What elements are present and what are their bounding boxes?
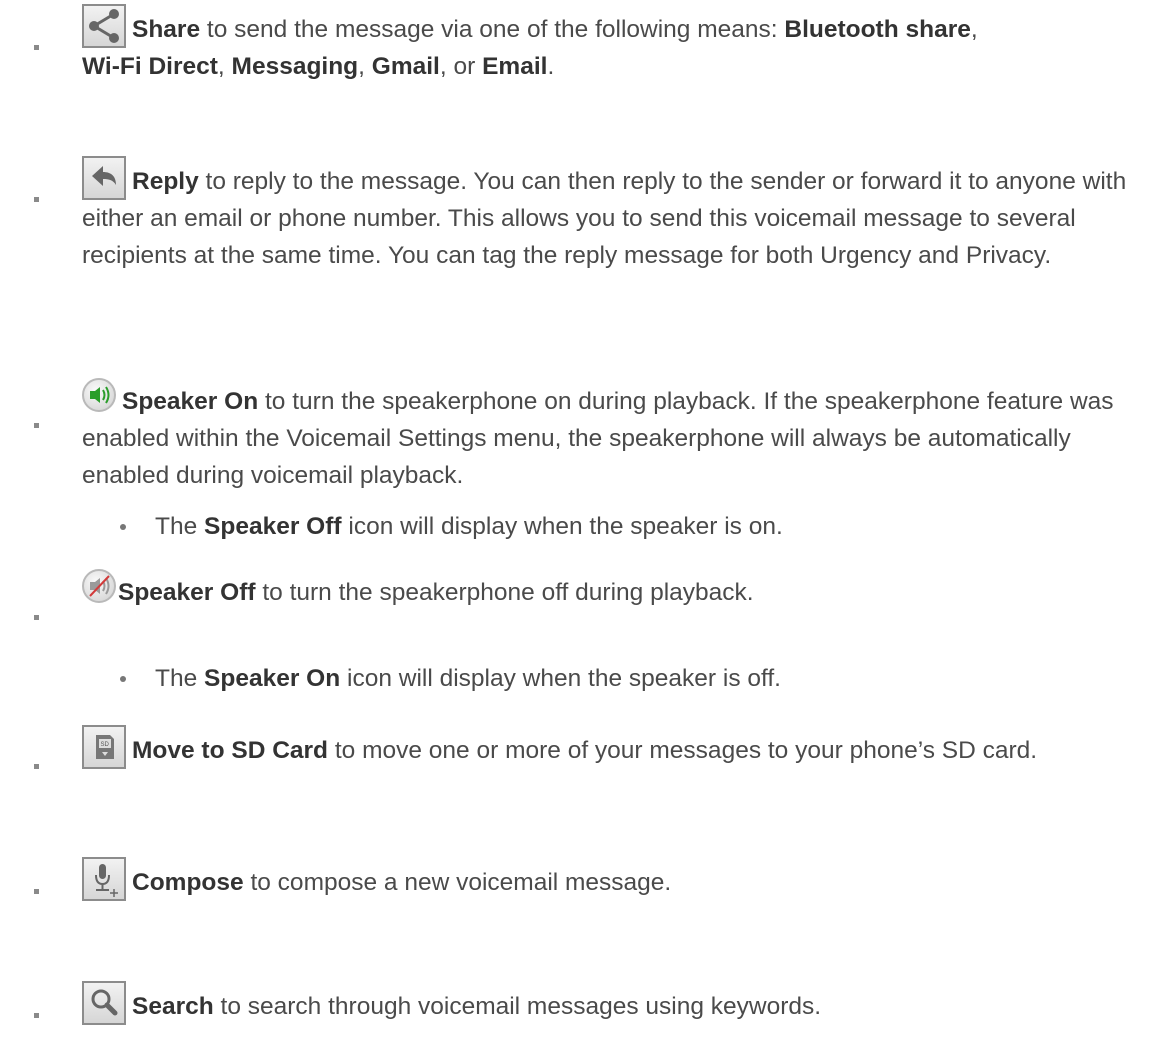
svg-text:SD: SD bbox=[101, 742, 110, 748]
share-icon bbox=[82, 4, 126, 48]
sd-card-icon: SD bbox=[82, 725, 126, 769]
bullet bbox=[34, 764, 39, 769]
bullet bbox=[34, 197, 39, 202]
item-text: Reply to reply to the message. You can t… bbox=[82, 156, 1152, 274]
bullet bbox=[34, 45, 39, 50]
bullet bbox=[34, 423, 39, 428]
speaker-on-icon bbox=[82, 378, 116, 412]
sub-item-text: The Speaker Off icon will display when t… bbox=[155, 513, 783, 540]
reply-icon bbox=[82, 156, 126, 200]
item-text: Speaker On to turn the speakerphone on d… bbox=[82, 378, 1152, 494]
seg: Share bbox=[132, 16, 201, 43]
item-text: Compose to compose a new voicemail messa… bbox=[82, 857, 1152, 901]
compose-mic-icon bbox=[82, 857, 126, 901]
bullet bbox=[34, 1013, 39, 1018]
item-text: Search to search through voicemail messa… bbox=[82, 981, 1152, 1025]
item-text: SD Move to SD Card to move one or more o… bbox=[82, 725, 1152, 769]
item-text: Share to send the message via one of the… bbox=[82, 4, 1152, 85]
bullet bbox=[34, 615, 39, 620]
sub-bullet bbox=[120, 676, 126, 682]
search-icon bbox=[82, 981, 126, 1025]
sub-bullet bbox=[120, 524, 126, 530]
bullet bbox=[34, 889, 39, 894]
sub-item-text: The Speaker On icon will display when th… bbox=[155, 665, 781, 692]
speaker-off-icon bbox=[82, 569, 116, 603]
item-text: Speaker Off to turn the speakerphone off… bbox=[82, 569, 1152, 611]
